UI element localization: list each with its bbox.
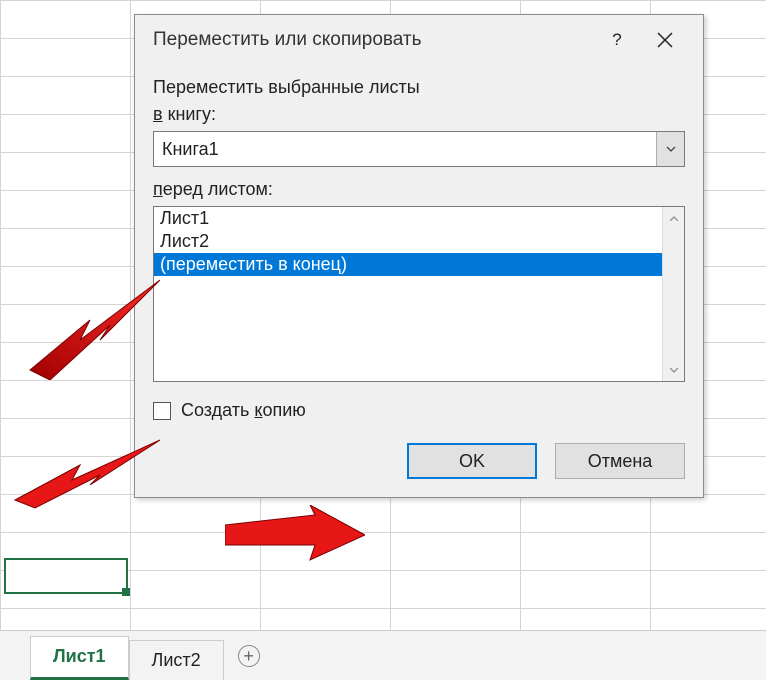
create-copy-row: Создать копию xyxy=(153,400,685,421)
list-item[interactable]: Лист1 xyxy=(154,207,662,230)
sheet-tab-1[interactable]: Лист1 xyxy=(30,636,129,680)
before-sheet-listbox[interactable]: Лист1 Лист2 (переместить в конец) xyxy=(153,206,685,382)
sheet-tab-bar: Лист1 Лист2 + xyxy=(0,630,766,680)
plus-icon: + xyxy=(238,645,260,667)
scroll-down-icon[interactable] xyxy=(665,361,683,379)
help-icon: ? xyxy=(612,30,621,50)
dialog-buttons: OK Отмена xyxy=(153,443,685,479)
move-or-copy-dialog: Переместить или скопировать ? Переместит… xyxy=(134,14,704,498)
list-item[interactable]: Лист2 xyxy=(154,230,662,253)
scrollbar[interactable] xyxy=(662,207,684,381)
dialog-title: Переместить или скопировать xyxy=(153,29,593,51)
cancel-button[interactable]: Отмена xyxy=(555,443,685,479)
sheet-tab-label: Лист2 xyxy=(152,650,201,671)
selected-cell[interactable] xyxy=(4,558,128,594)
list-items: Лист1 Лист2 (переместить в конец) xyxy=(154,207,662,381)
scroll-up-icon[interactable] xyxy=(665,209,683,227)
ok-button-label: OK xyxy=(459,451,485,472)
ok-button[interactable]: OK xyxy=(407,443,537,479)
sheet-tab-label: Лист1 xyxy=(53,646,106,667)
before-sheet-label: перед листом: xyxy=(153,179,685,200)
book-label: в книгу: xyxy=(153,104,685,125)
close-icon xyxy=(657,32,673,48)
close-button[interactable] xyxy=(641,16,689,64)
dialog-titlebar: Переместить или скопировать ? xyxy=(135,15,703,65)
sheet-tab-2[interactable]: Лист2 xyxy=(129,640,224,680)
workbook-combo-button[interactable] xyxy=(656,132,684,166)
chevron-down-icon xyxy=(666,146,676,152)
instruction-label: Переместить выбранные листы xyxy=(153,77,685,98)
cancel-button-label: Отмена xyxy=(588,451,653,472)
create-copy-checkbox[interactable] xyxy=(153,402,171,420)
help-button[interactable]: ? xyxy=(593,16,641,64)
dialog-body: Переместить выбранные листы в книгу: Кни… xyxy=(135,65,703,497)
workbook-combo[interactable]: Книга1 xyxy=(153,131,685,167)
add-sheet-button[interactable]: + xyxy=(224,636,274,676)
create-copy-label: Создать копию xyxy=(181,400,306,421)
workbook-combo-value: Книга1 xyxy=(154,139,656,160)
list-item-selected[interactable]: (переместить в конец) xyxy=(154,253,662,276)
